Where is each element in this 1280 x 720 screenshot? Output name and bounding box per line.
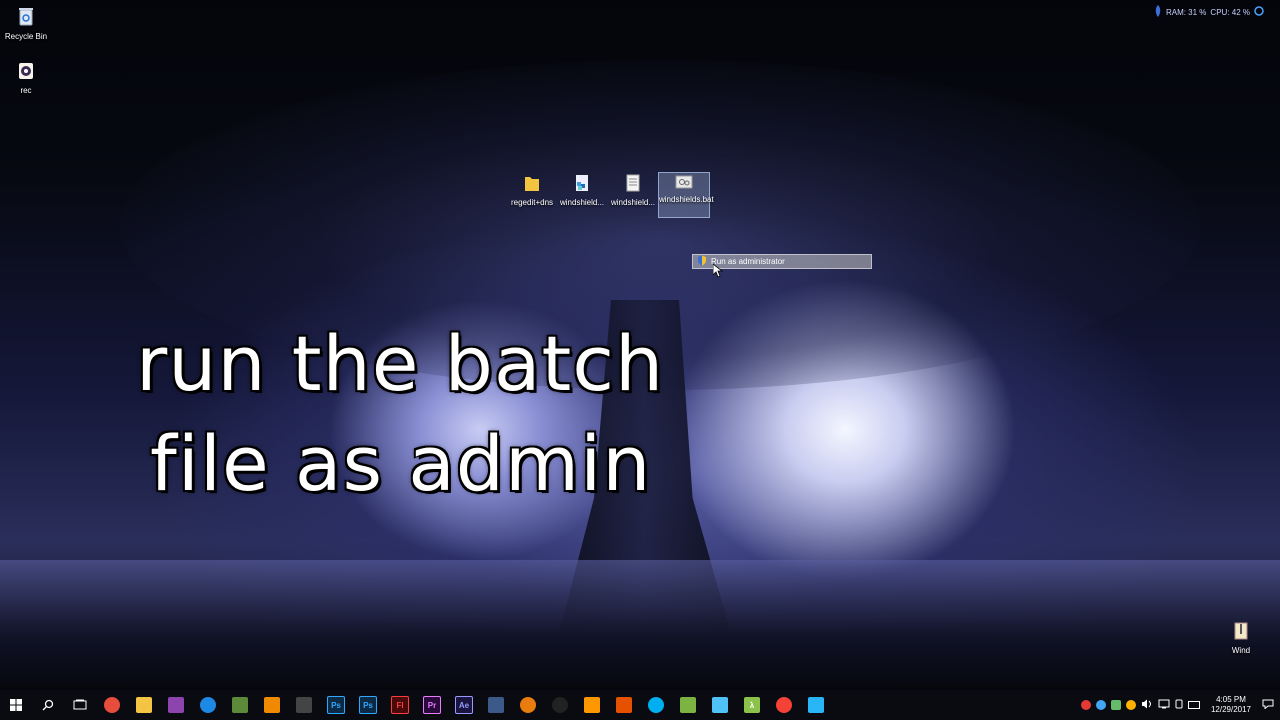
taskbar-app-premiere[interactable]: Pr [416,690,448,720]
blender-icon [520,697,536,713]
taskbar-app-photoshop[interactable]: Ps [352,690,384,720]
skype-icon [648,697,664,713]
batch-file-icon [659,175,709,192]
cpu-usage: CPU: 42 % [1210,7,1250,17]
tray-app-icon[interactable] [1095,700,1106,710]
taskbar-app-edge[interactable] [192,690,224,720]
perf-sensor-icon [1154,5,1162,19]
editor-icon [488,697,504,713]
desktop-icon-regedit-dns[interactable]: regedit+dns [506,174,558,208]
desktop-icon-wind[interactable]: Wind [1215,622,1267,656]
sublime-icon [584,697,600,713]
browser-icon [776,697,792,713]
lambda-icon: λ [744,697,760,713]
folder-icon [506,174,558,195]
taskbar-app-blender[interactable] [512,690,544,720]
desktop-icon-windshields-bat[interactable]: windshields.bat [658,172,714,218]
taskbar: Ps Ps Fl Pr Ae λ 4:05 PM 12/29/2017 [0,690,1280,720]
app-icon [712,697,728,713]
recycle-bin-icon [0,6,52,29]
desktop-icon-label: Recycle Bin [4,32,48,41]
desktop-icon-windshield-reg[interactable]: windshield... [556,174,608,208]
taskbar-app-photoshop[interactable]: Ps [320,690,352,720]
desktop-icon-label: windshield... [610,198,656,207]
registry-file-icon [556,174,608,195]
taskbar-app-unity[interactable] [544,690,576,720]
taskbar-app-media[interactable] [160,690,192,720]
start-button[interactable] [0,690,32,720]
taskbar-app-lambda[interactable]: λ [736,690,768,720]
taskbar-app-flash[interactable]: Fl [384,690,416,720]
tray-app-icon[interactable] [1080,700,1091,710]
taskbar-app-editor[interactable] [480,690,512,720]
vlc-icon [264,697,280,713]
tray-app-icon[interactable] [1110,700,1121,710]
desktop-icon-label: windshields.bat [659,195,714,204]
tray-app-icon[interactable] [1125,700,1136,710]
edge-icon [200,697,216,713]
taskbar-app-aftereffects[interactable]: Ae [448,690,480,720]
mouse-cursor-icon [712,263,724,283]
aftereffects-icon: Ae [455,696,473,714]
notepad-icon [680,697,696,713]
task-view-icon [73,699,87,710]
windows-logo-icon [10,699,22,711]
desktop-icon-label: windshield... [559,198,605,207]
clock-time: 4:05 PM [1216,695,1246,704]
obs-recorder-icon [0,62,52,83]
network-icon[interactable] [1158,696,1170,714]
system-tray: 4:05 PM 12/29/2017 [1080,690,1280,720]
taskbar-app-remote[interactable] [800,690,832,720]
taskbar-app-sublime[interactable] [576,690,608,720]
overlay-caption-line2: file as admin [150,419,652,508]
desktop-icon-recycle-bin[interactable]: Recycle Bin [0,6,52,42]
taskbar-app-skype[interactable] [640,690,672,720]
media-icon [168,697,184,713]
chrome-icon [104,697,120,713]
taskbar-app-browser[interactable] [768,690,800,720]
taskbar-pinned-apps: Ps Ps Fl Pr Ae λ [96,690,832,720]
perf-refresh-icon [1254,6,1264,18]
desktop-icon-label: rec [20,86,32,95]
flame-icon [616,697,632,713]
unity-icon [552,697,568,713]
film-icon [296,697,312,713]
photoshop-icon: Ps [359,696,377,714]
desktop-icon-label: regedit+dns [510,198,554,207]
clock-date: 12/29/2017 [1210,705,1251,714]
action-center-icon[interactable] [1262,696,1274,714]
ram-usage: RAM: 31 % [1165,7,1207,17]
usb-icon[interactable] [1175,696,1183,714]
overlay-caption-line1: run the batch [136,319,665,408]
flash-icon: Fl [391,696,409,714]
remote-icon [808,697,824,713]
premiere-icon: Pr [423,696,441,714]
volume-icon[interactable] [1141,696,1153,714]
taskbar-app-folder[interactable] [128,690,160,720]
taskbar-app-app[interactable] [704,690,736,720]
minecraft-icon [232,697,248,713]
taskbar-app-chrome[interactable] [96,690,128,720]
uac-shield-icon [697,255,707,268]
taskbar-app-minecraft[interactable] [224,690,256,720]
photoshop-icon: Ps [327,696,345,714]
desktop-icon-rec[interactable]: rec [0,62,52,96]
folder-icon [136,697,152,713]
taskbar-app-film[interactable] [288,690,320,720]
archive-file-icon [1215,622,1267,643]
wallpaper-grass [0,560,1280,690]
text-file-icon [607,174,659,195]
task-view-button[interactable] [64,690,96,720]
desktop-icon-windshield-txt[interactable]: windshield... [607,174,659,208]
search-button[interactable] [32,690,64,720]
taskbar-app-vlc[interactable] [256,690,288,720]
clock[interactable]: 4:05 PM 12/29/2017 [1211,695,1251,715]
keyboard-icon[interactable] [1187,696,1200,714]
perf-monitor-widget: RAM: 31 % CPU: 42 % [1154,5,1264,19]
taskbar-app-notepad[interactable] [672,690,704,720]
taskbar-app-flame[interactable] [608,690,640,720]
search-icon [42,699,54,711]
desktop-icon-label: Wind [1231,646,1251,655]
